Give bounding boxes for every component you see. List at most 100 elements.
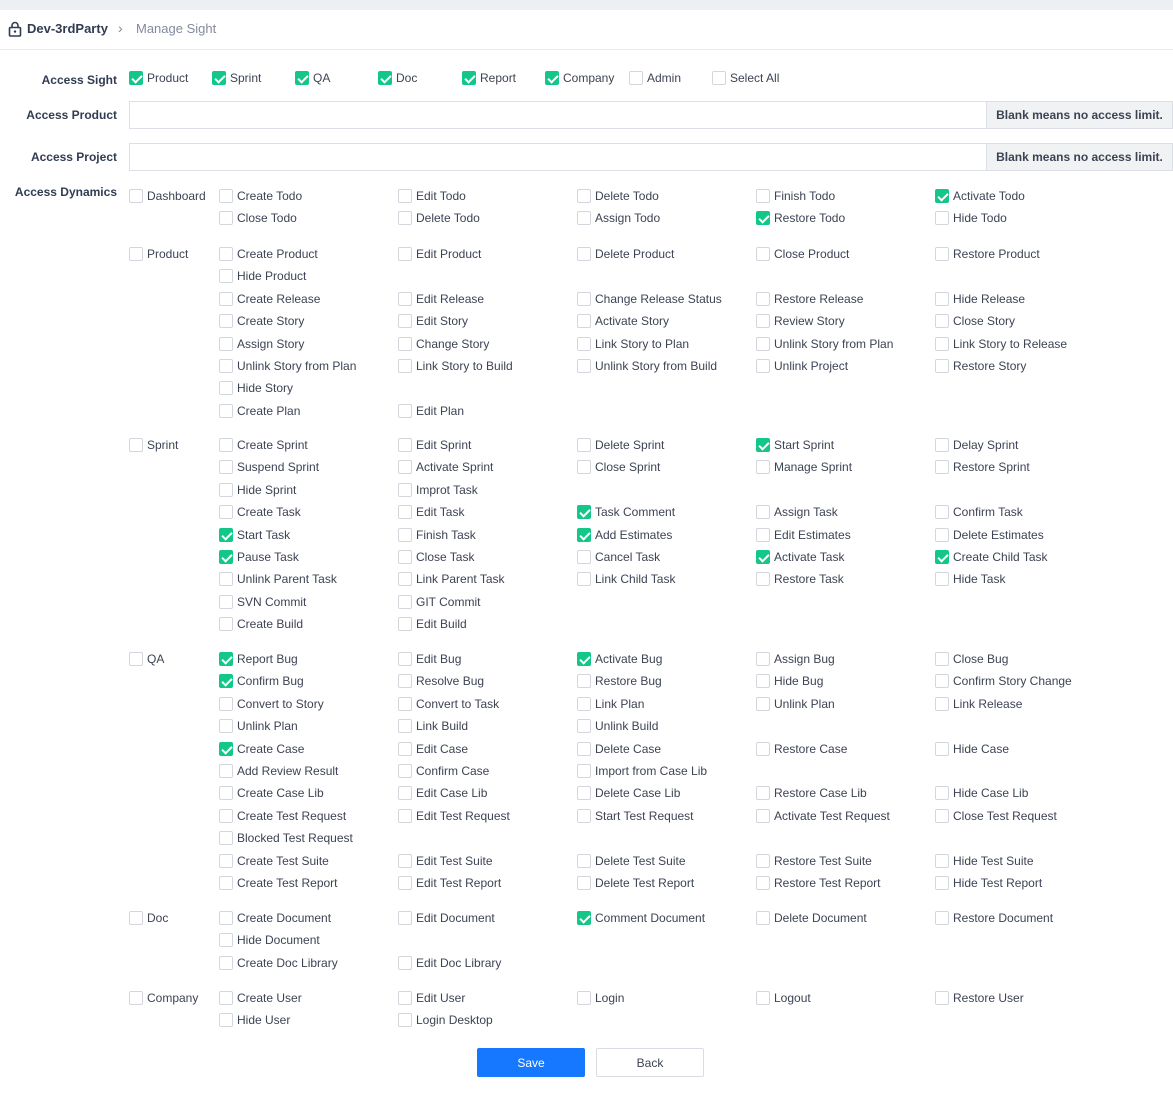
checkbox-hide-user[interactable]: Hide User (219, 1013, 290, 1027)
checkbox-empty-icon[interactable] (577, 359, 591, 373)
checkbox-empty-icon[interactable] (756, 674, 770, 688)
checkbox-product[interactable]: Product (129, 247, 188, 261)
checkbox-empty-icon[interactable] (935, 697, 949, 711)
checkbox-edit-release[interactable]: Edit Release (398, 292, 484, 306)
checkbox-checked-icon[interactable] (219, 550, 233, 564)
checkbox-empty-icon[interactable] (398, 809, 412, 823)
checkbox-edit-estimates[interactable]: Edit Estimates (756, 528, 851, 542)
checkbox-empty-icon[interactable] (219, 933, 233, 947)
checkbox-blocked-test-request[interactable]: Blocked Test Request (219, 831, 353, 845)
checkbox-checked-icon[interactable] (219, 528, 233, 542)
checkbox-empty-icon[interactable] (219, 189, 233, 203)
checkbox-empty-icon[interactable] (398, 956, 412, 970)
checkbox-activate-bug[interactable]: Activate Bug (577, 652, 662, 666)
checkbox-empty-icon[interactable] (756, 991, 770, 1005)
checkbox-empty-icon[interactable] (398, 460, 412, 474)
checkbox-empty-icon[interactable] (398, 404, 412, 418)
checkbox-create-doc-library[interactable]: Create Doc Library (219, 956, 338, 970)
checkbox-empty-icon[interactable] (577, 674, 591, 688)
checkbox-empty-icon[interactable] (219, 595, 233, 609)
checkbox-delete-todo[interactable]: Delete Todo (398, 211, 480, 225)
checkbox-empty-icon[interactable] (398, 438, 412, 452)
checkbox-checked-icon[interactable] (756, 438, 770, 452)
checkbox-empty-icon[interactable] (935, 292, 949, 306)
checkbox-empty-icon[interactable] (577, 697, 591, 711)
checkbox-link-plan[interactable]: Link Plan (577, 697, 644, 711)
checkbox-hide-sprint[interactable]: Hide Sprint (219, 483, 296, 497)
checkbox-empty-icon[interactable] (756, 292, 770, 306)
checkbox-create-product[interactable]: Create Product (219, 247, 318, 261)
checkbox-import-from-case-lib[interactable]: Import from Case Lib (577, 764, 707, 778)
checkbox-unlink-story-from-build[interactable]: Unlink Story from Build (577, 359, 717, 373)
checkbox-empty-icon[interactable] (219, 404, 233, 418)
checkbox-delete-test-suite[interactable]: Delete Test Suite (577, 854, 686, 868)
checkbox-unlink-story-from-plan[interactable]: Unlink Story from Plan (219, 359, 356, 373)
checkbox-empty-icon[interactable] (935, 809, 949, 823)
save-button[interactable]: Save (477, 1048, 585, 1077)
checkbox-doc[interactable]: Doc (378, 71, 417, 85)
checkbox-empty-icon[interactable] (129, 911, 143, 925)
checkbox-delay-sprint[interactable]: Delay Sprint (935, 438, 1018, 452)
checkbox-qa[interactable]: QA (129, 652, 164, 666)
checkbox-add-estimates[interactable]: Add Estimates (577, 528, 672, 542)
checkbox-edit-doc-library[interactable]: Edit Doc Library (398, 956, 501, 970)
checkbox-empty-icon[interactable] (935, 911, 949, 925)
checkbox-hide-bug[interactable]: Hide Bug (756, 674, 823, 688)
checkbox-empty-icon[interactable] (398, 505, 412, 519)
checkbox-suspend-sprint[interactable]: Suspend Sprint (219, 460, 319, 474)
checkbox-edit-document[interactable]: Edit Document (398, 911, 495, 925)
checkbox-empty-icon[interactable] (398, 764, 412, 778)
checkbox-confirm-bug[interactable]: Confirm Bug (219, 674, 304, 688)
checkbox-restore-product[interactable]: Restore Product (935, 247, 1040, 261)
checkbox-delete-test-report[interactable]: Delete Test Report (577, 876, 694, 890)
checkbox-create-task[interactable]: Create Task (219, 505, 301, 519)
checkbox-empty-icon[interactable] (935, 528, 949, 542)
breadcrumb-root[interactable]: Dev-3rdParty (27, 21, 108, 36)
checkbox-empty-icon[interactable] (935, 674, 949, 688)
checkbox-restore-case[interactable]: Restore Case (756, 742, 847, 756)
checkbox-empty-icon[interactable] (219, 269, 233, 283)
checkbox-qa[interactable]: QA (295, 71, 330, 85)
checkbox-create-release[interactable]: Create Release (219, 292, 320, 306)
checkbox-empty-icon[interactable] (398, 483, 412, 497)
checkbox-empty-icon[interactable] (629, 71, 643, 85)
checkbox-checked-icon[interactable] (935, 189, 949, 203)
checkbox-empty-icon[interactable] (935, 211, 949, 225)
checkbox-restore-bug[interactable]: Restore Bug (577, 674, 662, 688)
checkbox-edit-build[interactable]: Edit Build (398, 617, 467, 631)
checkbox-empty-icon[interactable] (398, 189, 412, 203)
checkbox-empty-icon[interactable] (219, 1013, 233, 1027)
checkbox-empty-icon[interactable] (577, 991, 591, 1005)
checkbox-create-todo[interactable]: Create Todo (219, 189, 302, 203)
checkbox-unlink-story-from-plan[interactable]: Unlink Story from Plan (756, 337, 893, 351)
checkbox-edit-sprint[interactable]: Edit Sprint (398, 438, 471, 452)
checkbox-empty-icon[interactable] (398, 211, 412, 225)
checkbox-edit-case[interactable]: Edit Case (398, 742, 468, 756)
checkbox-empty-icon[interactable] (398, 697, 412, 711)
checkbox-checked-icon[interactable] (219, 652, 233, 666)
checkbox-review-story[interactable]: Review Story (756, 314, 845, 328)
checkbox-assign-bug[interactable]: Assign Bug (756, 652, 835, 666)
checkbox-delete-sprint[interactable]: Delete Sprint (577, 438, 664, 452)
checkbox-restore-test-suite[interactable]: Restore Test Suite (756, 854, 872, 868)
checkbox-close-test-request[interactable]: Close Test Request (935, 809, 1057, 823)
checkbox-empty-icon[interactable] (756, 528, 770, 542)
checkbox-checked-icon[interactable] (462, 71, 476, 85)
checkbox-assign-task[interactable]: Assign Task (756, 505, 838, 519)
checkbox-hide-test-suite[interactable]: Hide Test Suite (935, 854, 1034, 868)
checkbox-empty-icon[interactable] (398, 314, 412, 328)
access-project-input[interactable] (130, 144, 986, 170)
checkbox-resolve-bug[interactable]: Resolve Bug (398, 674, 484, 688)
checkbox-delete-todo[interactable]: Delete Todo (577, 189, 659, 203)
checkbox-empty-icon[interactable] (219, 381, 233, 395)
checkbox-git-commit[interactable]: GIT Commit (398, 595, 480, 609)
checkbox-empty-icon[interactable] (129, 652, 143, 666)
checkbox-delete-estimates[interactable]: Delete Estimates (935, 528, 1044, 542)
checkbox-edit-test-report[interactable]: Edit Test Report (398, 876, 501, 890)
checkbox-empty-icon[interactable] (935, 359, 949, 373)
checkbox-empty-icon[interactable] (577, 764, 591, 778)
checkbox-unlink-parent-task[interactable]: Unlink Parent Task (219, 572, 337, 586)
checkbox-empty-icon[interactable] (756, 189, 770, 203)
checkbox-empty-icon[interactable] (219, 764, 233, 778)
checkbox-company[interactable]: Company (129, 991, 198, 1005)
